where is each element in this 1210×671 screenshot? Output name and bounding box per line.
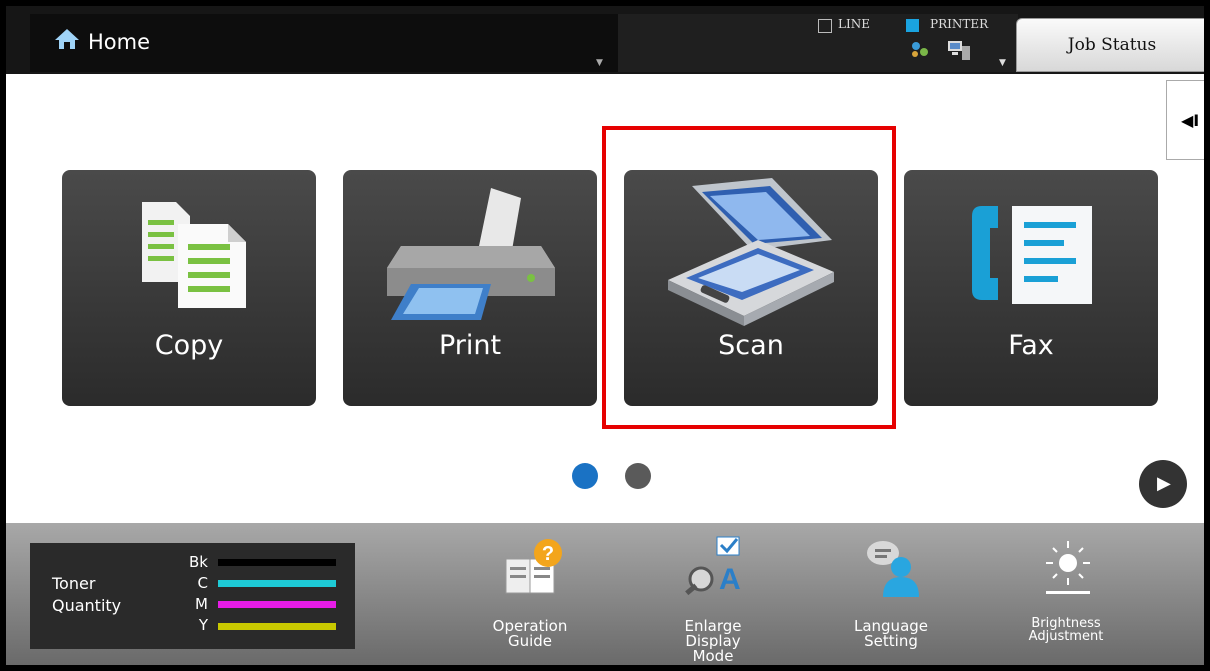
device-screen: Home ▼ LINE PRINTER ▼ Job Status ◀I Copy… (6, 6, 1204, 665)
top-bar: Home ▼ LINE PRINTER ▼ Job Status (6, 6, 1204, 74)
language-setting-line2: Setting (864, 632, 918, 650)
side-panel-tab[interactable]: ◀I (1166, 80, 1204, 160)
toner-title-line1: Toner (52, 574, 96, 593)
brightness-adjustment-label: Brightness Adjustment (1006, 617, 1126, 643)
computer-icon (948, 41, 970, 60)
toner-row-c: C (168, 574, 208, 594)
toner-bar-c (218, 580, 336, 587)
next-page-button[interactable]: ▶ (1139, 460, 1187, 508)
copy-tile[interactable]: Copy (62, 170, 316, 406)
operation-guide-label: Operation Guide (470, 619, 590, 649)
printer-icon (387, 188, 555, 320)
operation-guide-button[interactable]: ? Operation Guide (470, 533, 590, 665)
brightness-icon (1046, 541, 1090, 594)
page-indicator-2[interactable] (625, 463, 651, 489)
language-setting-label: Language Setting (831, 619, 951, 649)
toner-key-c: C (197, 574, 208, 592)
home-icon (55, 29, 79, 49)
chevron-down-icon: ▼ (596, 58, 603, 68)
line-indicator-icon (818, 19, 832, 33)
brightness-adjustment-button[interactable]: Brightness Adjustment (1006, 533, 1126, 665)
operation-guide-icon: ? (505, 539, 562, 594)
home-label: Home (88, 30, 151, 54)
svg-text:A: A (719, 563, 741, 596)
collapse-left-icon: ◀I (1181, 111, 1200, 130)
toner-bar-m (218, 601, 336, 608)
printer-indicator-icon (906, 19, 919, 32)
print-label: Print (438, 330, 502, 361)
printer-status-label: PRINTER (930, 17, 989, 31)
line-status-label: LINE (838, 17, 870, 31)
fax-icon (972, 206, 1092, 304)
toner-quantity-panel[interactable]: Toner Quantity Bk C M Y (30, 543, 355, 649)
network-icon (912, 42, 928, 57)
play-right-icon: ▶ (1157, 473, 1171, 494)
toner-key-m: M (195, 595, 208, 613)
page-indicator-1[interactable] (572, 463, 598, 489)
toner-title: Toner Quantity (52, 573, 121, 617)
toner-row-y: Y (168, 616, 208, 636)
fax-label: Fax (1008, 330, 1054, 361)
job-status-button[interactable]: Job Status (1016, 18, 1204, 72)
toner-key-y: Y (198, 616, 208, 634)
toner-bar-bk (218, 559, 336, 566)
svg-text:?: ? (542, 543, 554, 565)
toner-title-line2: Quantity (52, 596, 122, 615)
toner-key-bk: Bk (189, 553, 208, 571)
language-setting-button[interactable]: Language Setting (831, 533, 951, 665)
toner-bar-y (218, 623, 336, 630)
enlarge-display-button[interactable]: A Enlarge Display Mode (653, 533, 773, 665)
copy-icon (142, 202, 246, 308)
language-icon (867, 541, 919, 597)
copy-label: Copy (154, 330, 224, 361)
toner-row-bk: Bk (168, 553, 208, 573)
fax-tile[interactable]: Fax (904, 170, 1158, 406)
chevron-down-icon: ▼ (999, 58, 1006, 68)
enlarge-display-icon: A (685, 536, 741, 596)
enlarge-display-line3: Mode (692, 647, 734, 665)
scan-highlight-box (602, 126, 896, 429)
print-tile[interactable]: Print (343, 170, 597, 406)
operation-guide-line2: Guide (507, 632, 553, 650)
enlarge-display-label: Enlarge Display Mode (653, 619, 773, 664)
brightness-adjustment-line2: Adjustment (1028, 629, 1104, 644)
toner-row-m: M (168, 595, 208, 615)
bottom-bar: Toner Quantity Bk C M Y ? Operation Guid… (6, 523, 1204, 665)
